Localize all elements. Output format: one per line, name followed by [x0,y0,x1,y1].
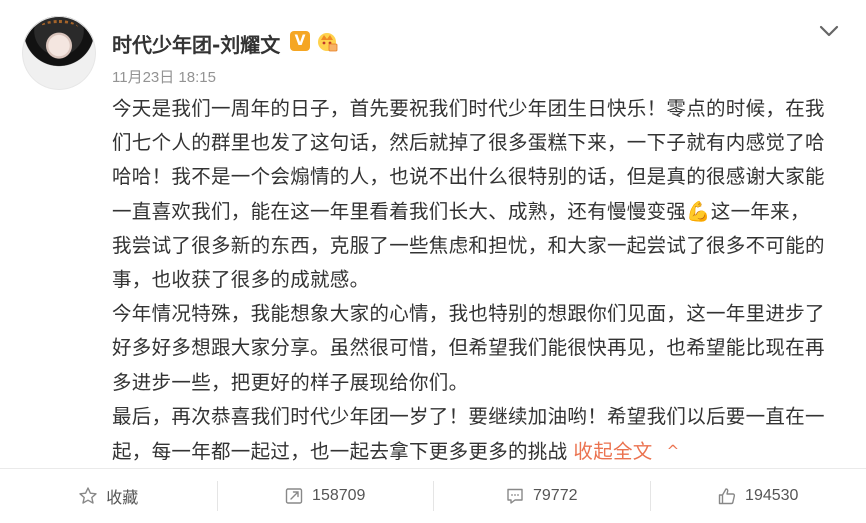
comment-icon [505,486,525,506]
crown-decoration [40,20,78,35]
crown-badge-icon [316,30,338,52]
collapse-button[interactable]: 收起全文^ [573,440,679,463]
thumbs-up-icon [717,486,737,506]
paragraph-1: 今天是我们一周年的日子，首先要祝我们时代少年团生日快乐！零点的时候，在我们七个人… [112,92,828,297]
favorite-label: 收藏 [106,484,138,508]
repost-button[interactable]: 158709 [217,469,434,523]
post-content: 今天是我们一周年的日子，首先要祝我们时代少年团生日快乐！零点的时候，在我们七个人… [112,92,828,469]
chevron-down-icon[interactable] [818,20,840,42]
paragraph-3: 最后，再次恭喜我们时代少年团一岁了！要继续加油哟！希望我们以后要一直在一起，每一… [112,400,828,469]
collapse-label: 收起全文 [573,440,652,463]
like-count: 194530 [745,487,798,505]
username[interactable]: 时代少年团-刘耀文 [112,29,280,58]
repost-icon [284,486,304,506]
action-bar: 收藏 158709 79772 194530 [0,468,866,523]
chevron-up-icon: ^ [667,434,680,468]
like-button[interactable]: 194530 [650,469,866,523]
comment-count: 79772 [533,487,578,505]
paragraph-3-text: 最后，再次恭喜我们时代少年团一岁了！要继续加油哟！希望我们以后要一直在一起，每一… [112,405,825,463]
avatar[interactable] [22,16,96,90]
post-timestamp[interactable]: 11月23日 18:15 [112,66,216,87]
star-icon [78,486,98,506]
verified-badge: V [290,31,310,51]
paragraph-2: 今年情况特殊，我能想象大家的心情，我也特别的想跟你们见面，这一年里进步了好多好多… [112,297,828,400]
comment-button[interactable]: 79772 [433,469,650,523]
favorite-button[interactable]: 收藏 [0,469,217,523]
repost-count: 158709 [312,487,365,505]
